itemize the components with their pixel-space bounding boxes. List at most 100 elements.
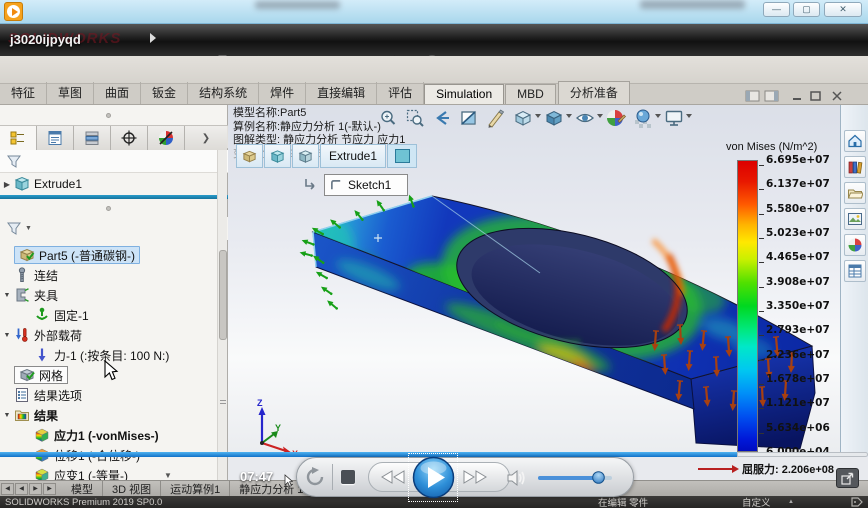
menu-expand-arrow-icon[interactable]: [150, 33, 156, 43]
edit-appearance-icon[interactable]: [606, 108, 626, 128]
fullscreen-button[interactable]: [836, 468, 859, 488]
connections-tree-icon: [14, 267, 30, 283]
expander-icon[interactable]: ▶: [0, 180, 14, 189]
tree-item-part[interactable]: Part5 (-普通碳钢-): [0, 245, 216, 265]
dimxpertmanager-tab-icon[interactable]: [111, 126, 148, 150]
taskpane-design-library-icon[interactable]: [844, 182, 866, 204]
tree-item-stress-plot[interactable]: 应力1 (-vonMises-): [0, 425, 216, 445]
taskpane-appearances-icon[interactable]: [844, 234, 866, 256]
tree-label: 结果选项: [34, 387, 82, 404]
view-settings-icon[interactable]: [664, 108, 684, 128]
breadcrumb-selection-swatch[interactable]: [387, 144, 417, 168]
tree-item-result-options[interactable]: 结果选项: [0, 385, 216, 405]
doc-tab-motion[interactable]: 运动算例1: [161, 481, 230, 497]
expander-icon[interactable]: ▼: [0, 292, 14, 299]
tree-item-fixtures[interactable]: ▼ 夹具: [0, 285, 216, 305]
tab-sheetmetal[interactable]: 钣金: [141, 82, 188, 104]
tab-scroll-prev-icon[interactable]: ◀: [15, 483, 28, 495]
tree-item-extrude[interactable]: ▶ Extrude1: [0, 174, 216, 194]
fast-forward-button[interactable]: [462, 469, 488, 485]
panel-scrollbar[interactable]: [217, 150, 227, 480]
tab-evaluate[interactable]: 评估: [377, 82, 424, 104]
display-style-caret-icon[interactable]: [566, 114, 572, 118]
tree-item-connections[interactable]: 连结: [0, 265, 216, 285]
stop-button[interactable]: [341, 470, 355, 484]
scrollbar-grip[interactable]: [220, 400, 226, 404]
configurationmanager-tab-icon[interactable]: [74, 126, 111, 150]
taskpane-home-icon[interactable]: [844, 130, 866, 152]
view-settings-caret-icon[interactable]: [686, 114, 692, 118]
flyout-filter-row: [0, 150, 228, 173]
tab-scroll-first-icon[interactable]: ◀: [1, 483, 14, 495]
apply-scene-icon[interactable]: [633, 108, 653, 128]
tab-structure[interactable]: 结构系统: [188, 82, 259, 104]
zoom-fit-icon[interactable]: [378, 108, 398, 128]
breadcrumb-sketch-label: Sketch1: [348, 178, 391, 192]
tree-dropdown-icon[interactable]: ▼: [164, 471, 172, 480]
study-filter-funnel-icon[interactable]: [6, 221, 22, 236]
propertymanager-tab-icon[interactable]: [37, 126, 74, 150]
tab-analysis-prep[interactable]: 分析准备: [558, 81, 630, 104]
tab-weldments[interactable]: 焊件: [259, 82, 306, 104]
displaymanager-tab-icon[interactable]: [148, 126, 185, 150]
breadcrumb-part-icon[interactable]: [236, 144, 263, 168]
view-orientation-icon[interactable]: [513, 108, 533, 128]
panel-grip[interactable]: [106, 113, 111, 118]
hide-show-icon[interactable]: [575, 108, 595, 128]
volume-fill: [538, 476, 596, 480]
taskpane-custom-properties-icon[interactable]: [844, 260, 866, 282]
expander-icon[interactable]: ▼: [0, 412, 14, 419]
breadcrumb-extrude-item[interactable]: Extrude1: [320, 144, 386, 168]
video-titlebar: — ▢ ✕: [0, 0, 868, 24]
panel-grip2[interactable]: [106, 206, 111, 211]
customize-caret-icon[interactable]: ▲: [788, 499, 794, 505]
tree-label: 外部载荷: [34, 327, 82, 344]
panel-tab-overflow-chevron[interactable]: ❯: [185, 126, 227, 150]
annotation-icon[interactable]: [486, 108, 506, 128]
tab-directedit[interactable]: 直接编辑: [306, 82, 377, 104]
tab-features[interactable]: 特征: [0, 82, 47, 104]
tab-simulation[interactable]: Simulation: [424, 84, 504, 104]
panel-splitter[interactable]: [0, 195, 228, 199]
graphics-area[interactable]: Z X Y 模型名称:Part5 算例名称:静应力分析 1(-默认-) 图解类型…: [228, 105, 840, 457]
scrollbar-thumb[interactable]: [219, 250, 227, 340]
play-button[interactable]: [412, 456, 455, 499]
tab-scroll-last-icon[interactable]: ▶: [43, 483, 56, 495]
tree-item-results[interactable]: ▼ 结果: [0, 405, 216, 425]
breadcrumb-body-icon[interactable]: [264, 144, 291, 168]
doc-tab-3dviews[interactable]: 3D 视图: [103, 481, 161, 497]
display-style-icon[interactable]: [544, 108, 564, 128]
featuremanager-tab-icon[interactable]: [0, 126, 37, 150]
window-close-button[interactable]: ✕: [824, 2, 862, 17]
tab-surfaces[interactable]: 曲面: [94, 82, 141, 104]
legend-tick: 1.678e+07: [766, 373, 830, 385]
tree-item-fixed[interactable]: 固定-1: [0, 305, 216, 325]
view-orientation-caret-icon[interactable]: [535, 114, 541, 118]
breadcrumb-solid-icon[interactable]: [292, 144, 319, 168]
taskpane-view-palette-icon[interactable]: [844, 208, 866, 230]
tab-sketch[interactable]: 草图: [47, 82, 94, 104]
filter-caret-icon[interactable]: ▼: [25, 225, 32, 232]
doc-tab-model[interactable]: 模型: [62, 481, 103, 497]
breadcrumb-sketch-item[interactable]: Sketch1: [324, 174, 408, 196]
rewind-button[interactable]: [380, 469, 406, 485]
previous-view-icon[interactable]: [432, 108, 452, 128]
section-view-icon[interactable]: [459, 108, 479, 128]
tree-item-external-loads[interactable]: ▼ 外部载荷: [0, 325, 216, 345]
filter-funnel-icon[interactable]: [6, 154, 22, 169]
hide-show-caret-icon[interactable]: [597, 114, 603, 118]
window-minimize-button[interactable]: —: [763, 2, 790, 17]
expander-icon[interactable]: ▼: [0, 332, 14, 339]
volume-icon[interactable]: [506, 468, 528, 488]
taskpane-resources-icon[interactable]: [844, 156, 866, 178]
volume-knob[interactable]: [592, 471, 605, 484]
status-customize[interactable]: 自定义: [742, 495, 771, 508]
video-progress-remaining[interactable]: [737, 452, 868, 457]
zoom-area-icon[interactable]: [405, 108, 425, 128]
tab-scroll-next-icon[interactable]: ▶: [29, 483, 42, 495]
window-maximize-button[interactable]: ▢: [793, 2, 820, 17]
tab-mbd[interactable]: MBD: [505, 84, 556, 104]
replay-icon[interactable]: [304, 466, 326, 488]
apply-scene-caret-icon[interactable]: [655, 114, 661, 118]
status-tag-icon[interactable]: [851, 497, 863, 507]
